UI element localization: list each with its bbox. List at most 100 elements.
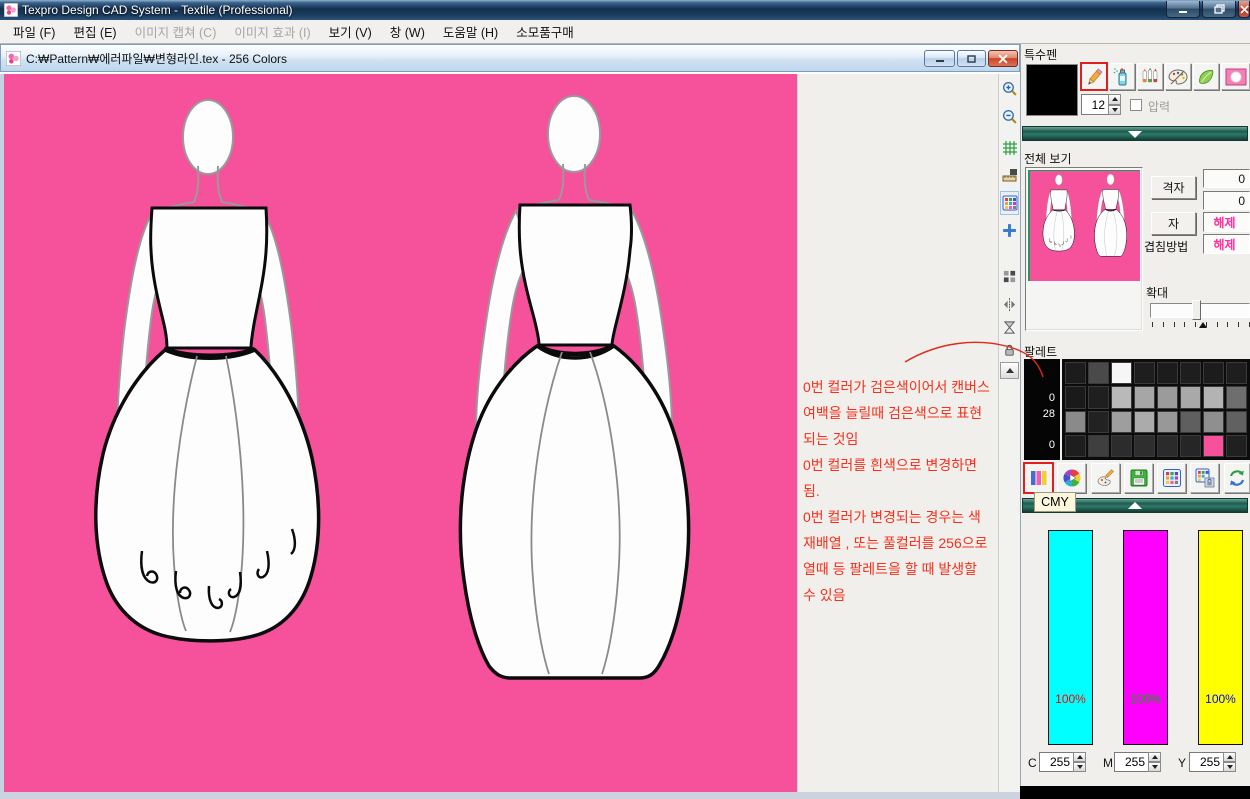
palette-swatch[interactable] [1226, 386, 1247, 408]
magenta-spinner[interactable]: 255 [1114, 752, 1161, 772]
menu-window[interactable]: 창 (W) [381, 19, 434, 44]
cmy-bars-button[interactable] [1024, 463, 1053, 493]
palette-swatch[interactable] [1180, 435, 1201, 457]
spray-tool-button[interactable] [1109, 63, 1135, 90]
pen-size-value[interactable]: 12 [1081, 94, 1108, 115]
marker-tool-button[interactable] [1137, 63, 1163, 90]
doc-restore-button[interactable] [957, 50, 986, 67]
cmy-tab[interactable]: CMY [1034, 492, 1076, 512]
ruler-button[interactable] [1000, 164, 1019, 188]
menu-file[interactable]: 파일 (F) [4, 19, 64, 44]
palette-swatch[interactable] [1088, 362, 1109, 384]
palette-swatch[interactable] [1203, 386, 1224, 408]
palette-view-button[interactable] [1000, 191, 1019, 215]
grid-y-field[interactable]: 0 [1203, 191, 1250, 210]
yellow-spinner[interactable]: 255 [1189, 752, 1236, 772]
spin-down-icon[interactable] [1108, 105, 1121, 116]
pen-color-preview[interactable] [1026, 64, 1078, 116]
pen-size-spinner[interactable]: 12 [1081, 94, 1121, 115]
palette-window-button[interactable] [1157, 463, 1186, 493]
save-palette-button[interactable] [1124, 463, 1153, 493]
zoom-out-button[interactable] [1000, 104, 1019, 128]
cyan-bar[interactable]: 100% [1048, 530, 1093, 745]
palette-swatch[interactable] [1157, 386, 1178, 408]
menu-supplies[interactable]: 소모품구매 [507, 19, 583, 44]
move-button[interactable] [1000, 218, 1019, 242]
edit-colors-button[interactable] [1091, 463, 1120, 493]
palette-swatch[interactable] [1157, 362, 1178, 384]
spin-down-icon[interactable] [1073, 762, 1086, 772]
palette-swatch[interactable] [1065, 435, 1086, 457]
spin-down-icon[interactable] [1148, 762, 1161, 772]
palette-swatch[interactable] [1180, 386, 1201, 408]
magenta-value[interactable]: 255 [1114, 752, 1148, 772]
palette-swatch[interactable] [1088, 411, 1109, 433]
zoom-slider-thumb[interactable] [1192, 300, 1201, 320]
menu-view[interactable]: 보기 (V) [320, 19, 381, 44]
toolbar-scroll-up[interactable] [1000, 362, 1019, 379]
restore-button[interactable] [1202, 1, 1236, 18]
palette-swatch[interactable] [1111, 435, 1132, 457]
shape-tool-button[interactable] [1221, 63, 1250, 90]
yellow-value[interactable]: 255 [1189, 752, 1223, 772]
grid-button[interactable]: 격자 [1151, 176, 1196, 199]
palette-swatch[interactable] [1180, 362, 1201, 384]
spin-down-icon[interactable] [1223, 762, 1236, 772]
compress-button[interactable] [1000, 315, 1019, 339]
pressure-checkbox[interactable] [1130, 99, 1142, 111]
pattern-canvas[interactable] [4, 74, 797, 792]
palette-export-button[interactable] [1190, 463, 1219, 493]
palette-swatch[interactable] [1111, 411, 1132, 433]
palette-swatch[interactable] [1088, 386, 1109, 408]
palette-swatch[interactable] [1088, 435, 1109, 457]
menu-edit[interactable]: 편집 (E) [64, 19, 125, 44]
zoom-in-button[interactable] [1000, 76, 1019, 100]
color-wheel-button[interactable] [1057, 463, 1086, 493]
palette-swatch[interactable] [1111, 386, 1132, 408]
pen-section-divider[interactable] [1022, 126, 1248, 141]
overlap-state-field[interactable]: 해제 [1203, 234, 1250, 254]
palette-swatch[interactable] [1065, 411, 1086, 433]
palette-swatch[interactable] [1134, 386, 1155, 408]
magenta-bar[interactable]: 100% [1123, 530, 1168, 745]
palette-swatch[interactable] [1134, 362, 1155, 384]
spin-up-icon[interactable] [1108, 94, 1121, 105]
close-button[interactable] [1238, 1, 1250, 18]
yellow-bar[interactable]: 100% [1198, 530, 1243, 745]
palette-swatch[interactable] [1203, 411, 1224, 433]
tile-view-button[interactable] [1000, 264, 1019, 288]
doc-close-button[interactable] [988, 50, 1018, 67]
cyan-value[interactable]: 255 [1039, 752, 1073, 772]
refresh-palette-button[interactable] [1224, 463, 1250, 493]
mirror-button[interactable] [1000, 292, 1019, 316]
lock-button[interactable] [1000, 338, 1019, 362]
pencil-tool-button[interactable] [1081, 63, 1107, 90]
spin-up-icon[interactable] [1223, 752, 1236, 762]
palette-swatch[interactable] [1157, 435, 1178, 457]
palette-swatch[interactable] [1134, 435, 1155, 457]
ruler-toggle-button[interactable]: 자 [1151, 212, 1196, 235]
overview-thumbnail[interactable] [1025, 167, 1143, 331]
menu-help[interactable]: 도움말 (H) [434, 19, 507, 44]
grid-toggle-button[interactable] [1000, 136, 1019, 160]
palette-swatch[interactable] [1065, 362, 1086, 384]
palette-swatch[interactable] [1134, 411, 1155, 433]
palette-swatch[interactable] [1180, 411, 1201, 433]
palette-swatch[interactable] [1111, 362, 1132, 384]
palette-tool-button[interactable] [1165, 63, 1191, 90]
leaf-tool-button[interactable] [1193, 63, 1219, 90]
palette-swatch[interactable] [1203, 362, 1224, 384]
palette-swatch[interactable] [1226, 411, 1247, 433]
spin-up-icon[interactable] [1073, 752, 1086, 762]
palette-swatch[interactable] [1226, 362, 1247, 384]
palette-swatch[interactable] [1203, 435, 1224, 457]
cyan-spinner[interactable]: 255 [1039, 752, 1086, 772]
grid-x-field[interactable]: 0 [1203, 169, 1250, 188]
spin-up-icon[interactable] [1148, 752, 1161, 762]
doc-minimize-button[interactable] [924, 50, 955, 67]
minimize-button[interactable] [1166, 1, 1200, 18]
ruler-state-field[interactable]: 해제 [1203, 212, 1250, 232]
palette-swatch[interactable] [1065, 386, 1086, 408]
palette-swatch[interactable] [1157, 411, 1178, 433]
palette-swatch[interactable] [1226, 435, 1247, 457]
